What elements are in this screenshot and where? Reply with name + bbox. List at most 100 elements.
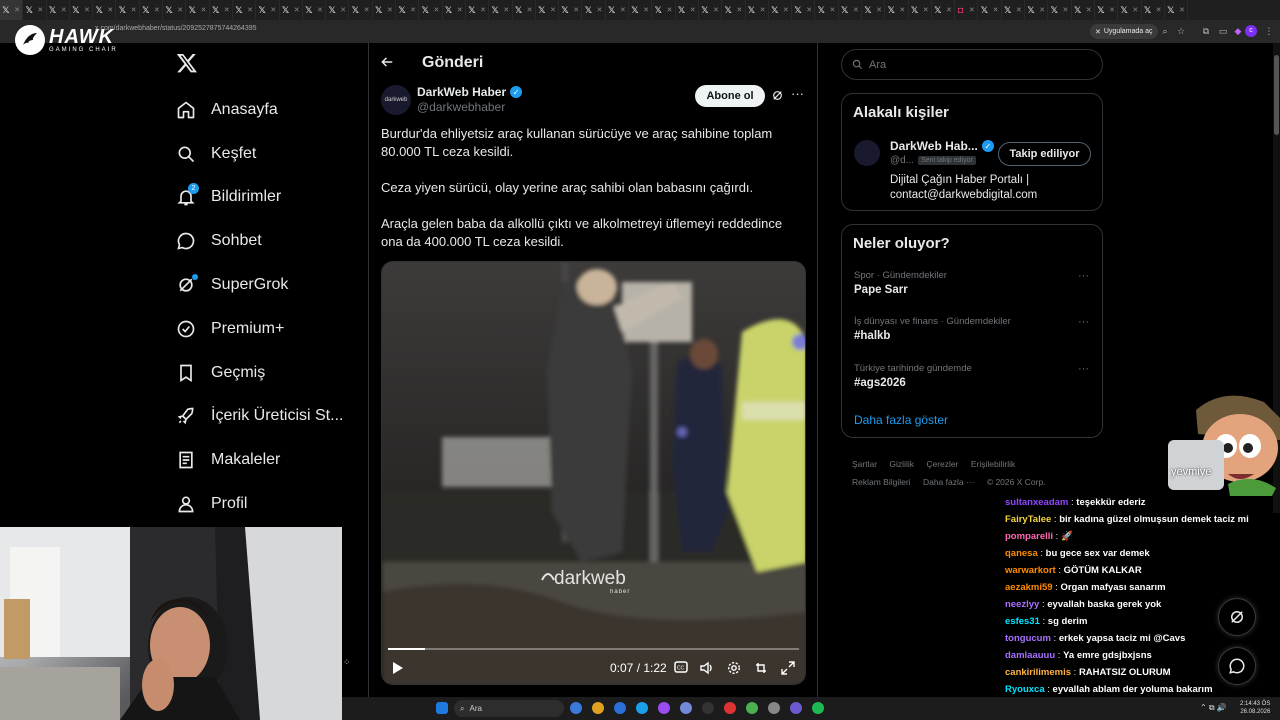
close-tab-icon[interactable]: ✕ [131, 6, 137, 14]
close-tab-icon[interactable]: ✕ [224, 6, 230, 14]
fullscreen-icon[interactable] [781, 661, 795, 675]
close-tab-icon[interactable]: ✕ [853, 6, 859, 14]
close-tab-icon[interactable]: ✕ [503, 6, 509, 14]
close-tab-icon[interactable]: ✕ [527, 6, 533, 14]
browser-tab[interactable]: 𝕏 ✕ [1002, 0, 1026, 20]
nav-item-bookmarks[interactable]: Geçmiş [176, 351, 356, 395]
video-progress-bar[interactable] [388, 648, 799, 650]
chat-username[interactable]: sultanxeadam [1005, 497, 1068, 508]
sidepanel-icon[interactable]: ▭ [1217, 25, 1229, 37]
chat-username[interactable]: Ryouxca [1005, 684, 1045, 695]
close-tab-icon[interactable]: ✕ [340, 6, 346, 14]
author-handle[interactable]: @darkwebhaber [417, 100, 505, 114]
close-tab-icon[interactable]: ✕ [247, 6, 253, 14]
close-tab-icon[interactable]: ✕ [177, 6, 183, 14]
browser-tab[interactable]: 𝕏 ✕ [582, 0, 606, 20]
close-tab-icon[interactable]: ✕ [876, 6, 882, 14]
trend-item[interactable]: İş dünyası ve finans · Gündemdekiler #ha… [854, 316, 1089, 342]
close-tab-icon[interactable]: ✕ [1179, 6, 1185, 14]
browser-tab[interactable]: 𝕏 ✕ [978, 0, 1002, 20]
close-tab-icon[interactable]: ✕ [969, 6, 975, 14]
close-tab-icon[interactable]: ✕ [806, 6, 812, 14]
browser-tab[interactable]: 𝕏 ✕ [116, 0, 140, 20]
open-in-app-button[interactable]: ✕ Uygulamada aç [1090, 24, 1158, 39]
more-options-icon[interactable]: ··· [1078, 316, 1089, 328]
footer-link[interactable]: Şartlar [852, 459, 877, 469]
browser-tab[interactable]: 𝕏 ✕ [326, 0, 350, 20]
discord-icon[interactable] [680, 702, 692, 714]
chat-username[interactable]: neezlyy [1005, 599, 1039, 610]
browser-tab[interactable]: 𝕏 ✕ [396, 0, 420, 20]
browser-tab[interactable]: 𝕏 ✕ [652, 0, 676, 20]
nav-item-creator-studio[interactable]: İçerik Üreticisi St... [176, 395, 356, 439]
address-bar[interactable]: x.com/darkwebhaber/status/20925278757442… [0, 20, 1280, 43]
youtube-icon[interactable] [724, 702, 736, 714]
browser-tab[interactable]: 𝕏 ✕ [93, 0, 117, 20]
browser-tab[interactable]: 𝕏 ✕ [163, 0, 187, 20]
close-tab-icon[interactable]: ✕ [666, 6, 672, 14]
close-tab-icon[interactable]: ✕ [1109, 6, 1115, 14]
play-icon[interactable] [392, 661, 406, 675]
close-tab-icon[interactable]: ✕ [37, 6, 43, 14]
footer-link[interactable]: Gizlilik [889, 459, 914, 469]
browser-tab[interactable]: 𝕏 ✕ [349, 0, 373, 20]
browser-tab[interactable]: 𝕏 ✕ [932, 0, 956, 20]
whatsapp-icon[interactable] [746, 702, 758, 714]
close-tab-icon[interactable]: ✕ [899, 6, 905, 14]
browser-tab[interactable]: 𝕏 ✕ [47, 0, 70, 20]
browser-tab[interactable]: 𝕏 ✕ [909, 0, 932, 20]
more-options-icon[interactable]: ··· [1078, 363, 1089, 375]
browser-tab[interactable]: 𝕏 ✕ [256, 0, 280, 20]
close-tab-icon[interactable]: ✕ [573, 6, 579, 14]
browser-tab[interactable]: 𝕏 ✕ [70, 0, 94, 20]
close-tab-icon[interactable]: ✕ [84, 6, 90, 14]
grok-button[interactable] [1218, 598, 1256, 636]
close-tab-icon[interactable]: ✕ [620, 6, 626, 14]
close-tab-icon[interactable]: ✕ [317, 6, 323, 14]
browser-tab[interactable]: 𝕏 ✕ [815, 0, 839, 20]
nav-item-chat[interactable]: Sohbet [176, 219, 356, 263]
chat-username[interactable]: warwarkort [1005, 565, 1056, 576]
star-icon[interactable]: ☆ [1175, 25, 1187, 37]
browser-tab[interactable]: 𝕏 ✕ [629, 0, 653, 20]
show-more-link[interactable]: Daha fazla göster [854, 413, 948, 427]
zoom-icon[interactable]: ⌕ [1159, 25, 1171, 37]
chat-username[interactable]: damlaauuu [1005, 650, 1055, 661]
close-tab-icon[interactable]: ✕ [690, 6, 696, 14]
browser-tab[interactable]: 𝕏 ✕ [489, 0, 513, 20]
url-text[interactable]: x.com/darkwebhaber/status/20925278757442… [95, 25, 257, 32]
nav-item-articles[interactable]: Makaleler [176, 438, 356, 482]
close-tab-icon[interactable]: ✕ [1156, 6, 1162, 14]
browser-tab[interactable]: 𝕏 ✕ [769, 0, 793, 20]
browser-tab[interactable]: 𝕏 ✕ [373, 0, 397, 20]
browser-tab[interactable]: 𝕏 ✕ [280, 0, 303, 20]
browser-tab[interactable]: 𝕏 ✕ [23, 0, 47, 20]
browser-tab[interactable]: 𝕏 ✕ [792, 0, 816, 20]
close-tab-icon[interactable]: ✕ [643, 6, 649, 14]
footer-link[interactable]: Erişilebilirlik [971, 459, 1015, 469]
close-tab-icon[interactable]: ✕ [433, 6, 439, 14]
close-tab-icon[interactable]: ✕ [14, 6, 20, 14]
browser-tab[interactable]: ◘ ✕ [955, 0, 979, 20]
chat-username[interactable]: esfes31 [1005, 616, 1040, 627]
search-input[interactable]: Ara [841, 49, 1103, 80]
messages-button[interactable] [1218, 647, 1256, 685]
chrome-icon[interactable] [614, 702, 626, 714]
system-tray-icons[interactable]: ⌃ ⧉ 🔊 [1200, 703, 1227, 713]
close-tab-icon[interactable]: ✕ [923, 6, 929, 14]
browser-tab[interactable]: 𝕏 ✕ [1095, 0, 1119, 20]
browser-tab[interactable]: 𝕏 ✕ [443, 0, 466, 20]
close-tab-icon[interactable]: ✕ [1132, 6, 1138, 14]
chat-username[interactable]: tongucum [1005, 633, 1051, 644]
avatar[interactable] [854, 140, 880, 166]
browser-tab[interactable]: 𝕏 ✕ [1072, 0, 1095, 20]
scrollbar-thumb[interactable] [1274, 55, 1279, 135]
close-tab-icon[interactable]: ✕ [270, 6, 276, 14]
browser-tab[interactable]: 𝕏 ✕ [1142, 0, 1165, 20]
close-tab-icon[interactable]: ✕ [457, 6, 463, 14]
chat-username[interactable]: aezakmi59 [1005, 582, 1053, 593]
browser-tab[interactable]: 𝕏 ✕ [839, 0, 862, 20]
close-tab-icon[interactable]: ✕ [1016, 6, 1022, 14]
close-tab-icon[interactable]: ✕ [410, 6, 416, 14]
browser-tab[interactable]: 𝕏 ✕ [1048, 0, 1072, 20]
